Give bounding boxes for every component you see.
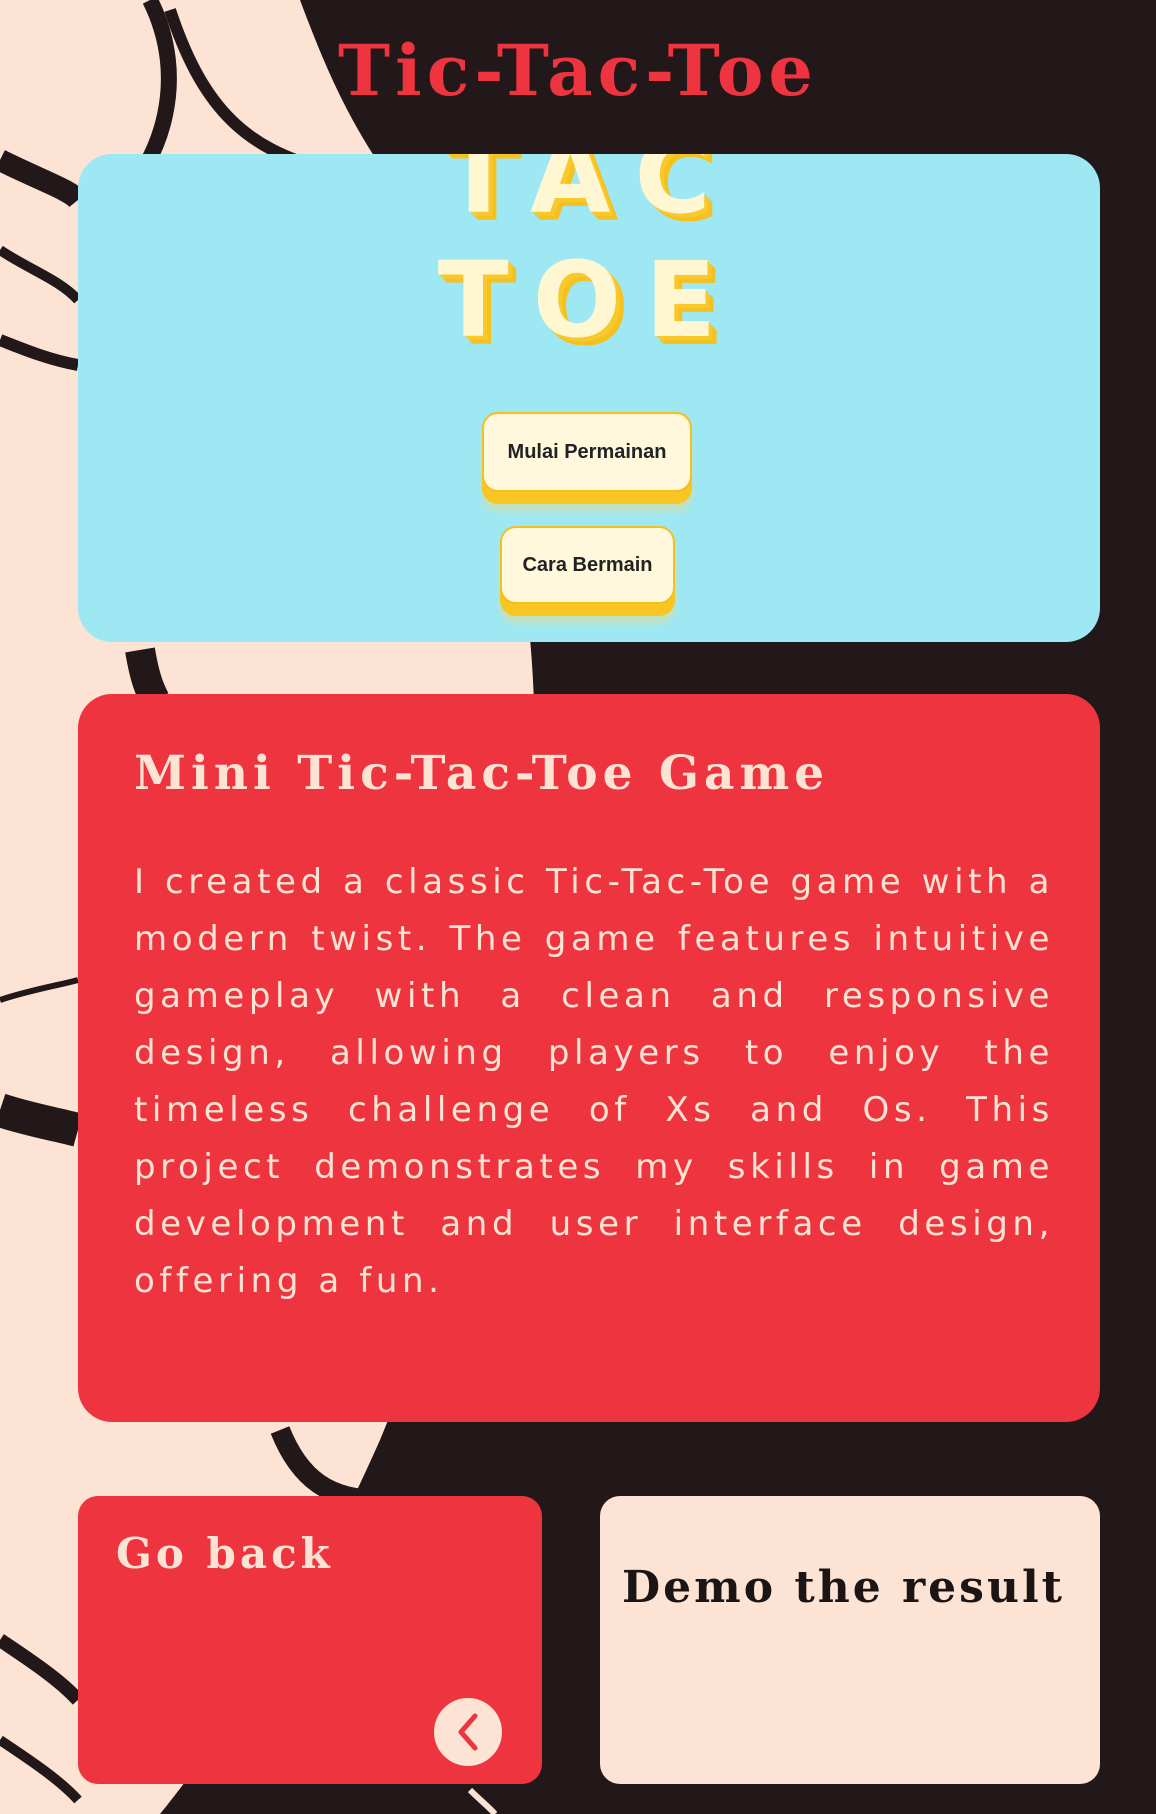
hero-word-toe: TOE	[437, 239, 741, 361]
project-heading: Mini Tic-Tac-Toe Game	[134, 746, 830, 801]
game-preview-panel: TAC TOE Mulai Permainan Cara Bermain	[78, 154, 1100, 642]
back-button[interactable]	[434, 1698, 502, 1766]
project-info-card: Mini Tic-Tac-Toe Game I created a classi…	[78, 694, 1100, 1422]
project-description: I created a classic Tic-Tac-Toe game wit…	[134, 862, 1054, 1301]
chevron-left-icon	[458, 1713, 478, 1751]
demo-card[interactable]: Demo the result	[600, 1496, 1100, 1784]
demo-label: Demo the result	[622, 1562, 1065, 1613]
start-game-button[interactable]: Mulai Permainan	[482, 412, 692, 492]
how-to-play-button[interactable]: Cara Bermain	[500, 526, 675, 604]
page-title: Tic-Tac-Toe	[338, 29, 818, 112]
hero-word-tac: TAC	[443, 154, 735, 237]
go-back-label: Go back	[116, 1529, 334, 1578]
go-back-card[interactable]: Go back	[78, 1496, 542, 1784]
